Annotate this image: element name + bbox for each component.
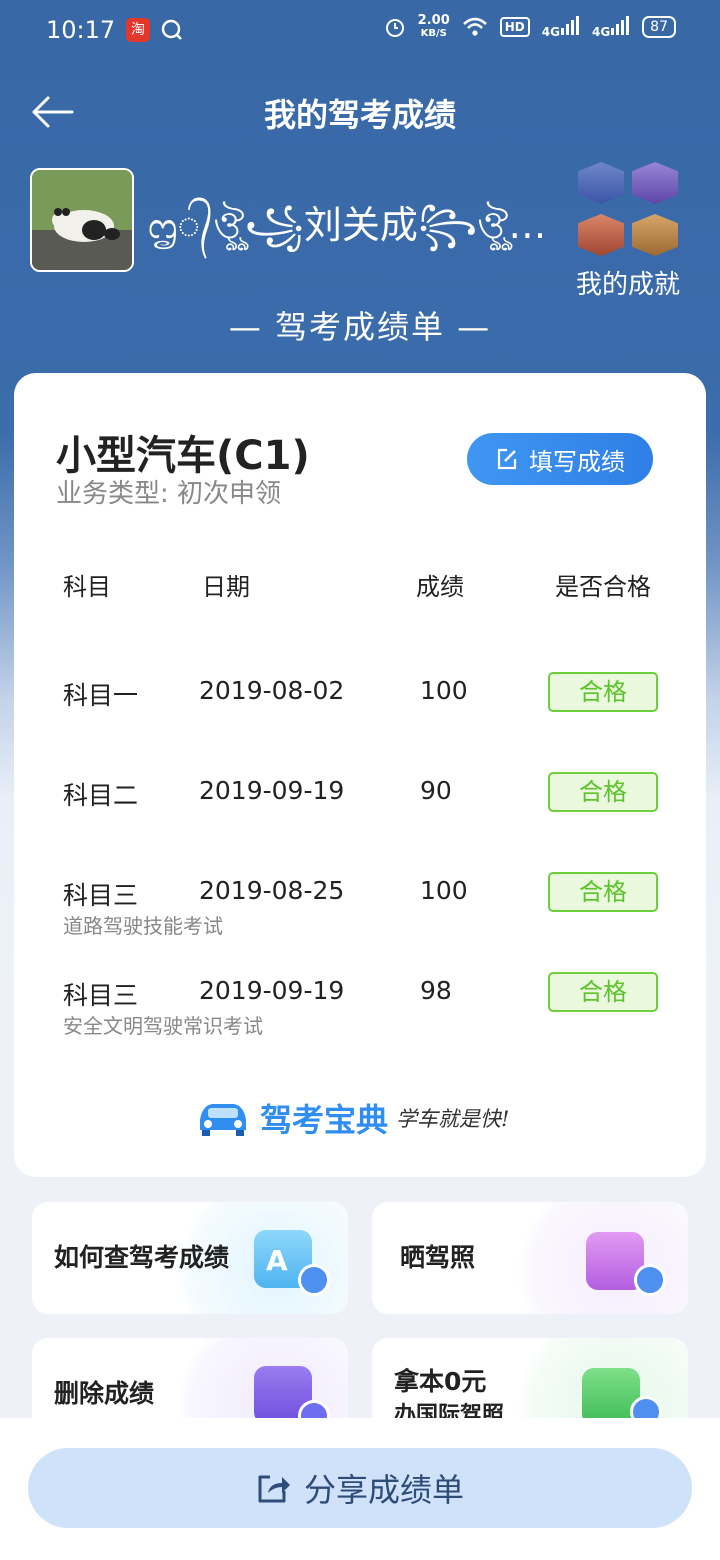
page-title: 我的驾考成绩 (263, 96, 456, 134)
tile-show-license-label: 晒驾照 (400, 1243, 476, 1272)
row-note: 道路驾驶技能考试 (63, 914, 223, 938)
column-score: 成绩 (416, 573, 464, 601)
signal-bars-icon (560, 15, 579, 35)
row-subject: 科目二 (63, 781, 139, 810)
status-bar: 10:17 淘 2.00 KB/S HD 4G 4G 87 (0, 0, 720, 64)
brand-logo: 驾考宝典 学车就是快! (194, 1095, 509, 1141)
row-subject: 科目三 (63, 881, 139, 910)
table-row: 科目三 2019-09-19 98 合格 安全文明驾驶常识考试 (14, 972, 706, 1066)
column-date: 日期 (202, 573, 250, 601)
avatar[interactable] (30, 168, 134, 272)
username: ᦗ᭄ঔৣ꧁刘关成꧂ঔৣ… (148, 203, 547, 247)
row-subject: 科目三 (63, 981, 139, 1010)
table-row: 科目三 2019-08-25 100 合格 道路驾驶技能考试 (14, 872, 706, 966)
row-score: 100 (420, 676, 468, 705)
footer-bar: 分享成绩单 (0, 1418, 720, 1560)
badge-subject3-icon (578, 214, 624, 256)
fill-score-label: 填写成绩 (529, 447, 625, 476)
tile-delete-label: 删除成绩 (54, 1379, 155, 1408)
pass-badge: 合格 (548, 672, 658, 712)
car-logo-icon (200, 1104, 246, 1136)
table-row: 科目一 2019-08-02 100 合格 (14, 672, 706, 766)
share-label: 分享成绩单 (303, 1471, 464, 1509)
battery-indicator: 87 (642, 16, 676, 38)
badge-subject4-icon (632, 214, 678, 256)
fill-score-button[interactable]: 填写成绩 (467, 433, 653, 485)
badge-subject1-icon (578, 162, 624, 204)
chat-bubble-icon (161, 19, 182, 40)
row-score: 90 (420, 776, 452, 805)
status-time: 10:17 (46, 16, 116, 44)
wifi-icon (462, 17, 487, 36)
signal-bars-icon (611, 15, 630, 35)
pass-badge: 合格 (548, 872, 658, 912)
brand-slogan: 学车就是快! (396, 1107, 510, 1131)
pass-badge: 合格 (548, 772, 658, 812)
sheet-title: — 驾考成绩单 — (228, 308, 492, 346)
badge-subject2-icon (632, 162, 678, 204)
row-date: 2019-08-02 (199, 676, 345, 705)
row-note: 安全文明驾驶常识考试 (63, 1014, 263, 1038)
row-score: 98 (420, 976, 452, 1005)
hd-badge: HD (499, 17, 530, 37)
edit-icon (497, 448, 517, 470)
share-icon (258, 1475, 290, 1503)
column-pass: 是否合格 (555, 573, 651, 601)
share-button[interactable]: 分享成绩单 (28, 1448, 692, 1528)
row-subject: 科目一 (63, 681, 139, 710)
achievement-badges[interactable] (578, 162, 682, 258)
row-date: 2019-09-19 (199, 976, 345, 1005)
tile-query-score[interactable]: 如何查驾考成绩 A (32, 1202, 348, 1314)
row-date: 2019-09-19 (199, 776, 345, 805)
net-speed: 2.00 KB/S (417, 13, 450, 39)
camera-icon (634, 1264, 666, 1296)
tile-show-license[interactable]: 晒驾照 (372, 1202, 688, 1314)
pass-badge: 合格 (548, 972, 658, 1012)
alarm-icon (385, 19, 404, 37)
achievement-label[interactable]: 我的成就 (560, 264, 696, 301)
row-date: 2019-08-25 (199, 876, 345, 905)
table-row: 科目二 2019-09-19 90 合格 (14, 772, 706, 866)
search-icon (298, 1264, 330, 1296)
row-score: 100 (420, 876, 468, 905)
business-type: 业务类型: 初次申领 (56, 479, 282, 509)
tile-intl-line1: 拿本0元 (394, 1367, 487, 1396)
panda-photo (32, 170, 132, 270)
signal-4g-2: 4G (592, 15, 630, 39)
brand-name: 驾考宝典 (260, 1101, 389, 1139)
tile-query-label: 如何查驾考成绩 (54, 1243, 230, 1272)
column-subject: 科目 (63, 573, 111, 601)
score-card: 小型汽车(C1) 业务类型: 初次申领 填写成绩 科目 日期 成绩 是否合格 科… (14, 373, 706, 1177)
signal-4g-1: 4G (542, 15, 580, 39)
taobao-icon: 淘 (126, 18, 150, 42)
